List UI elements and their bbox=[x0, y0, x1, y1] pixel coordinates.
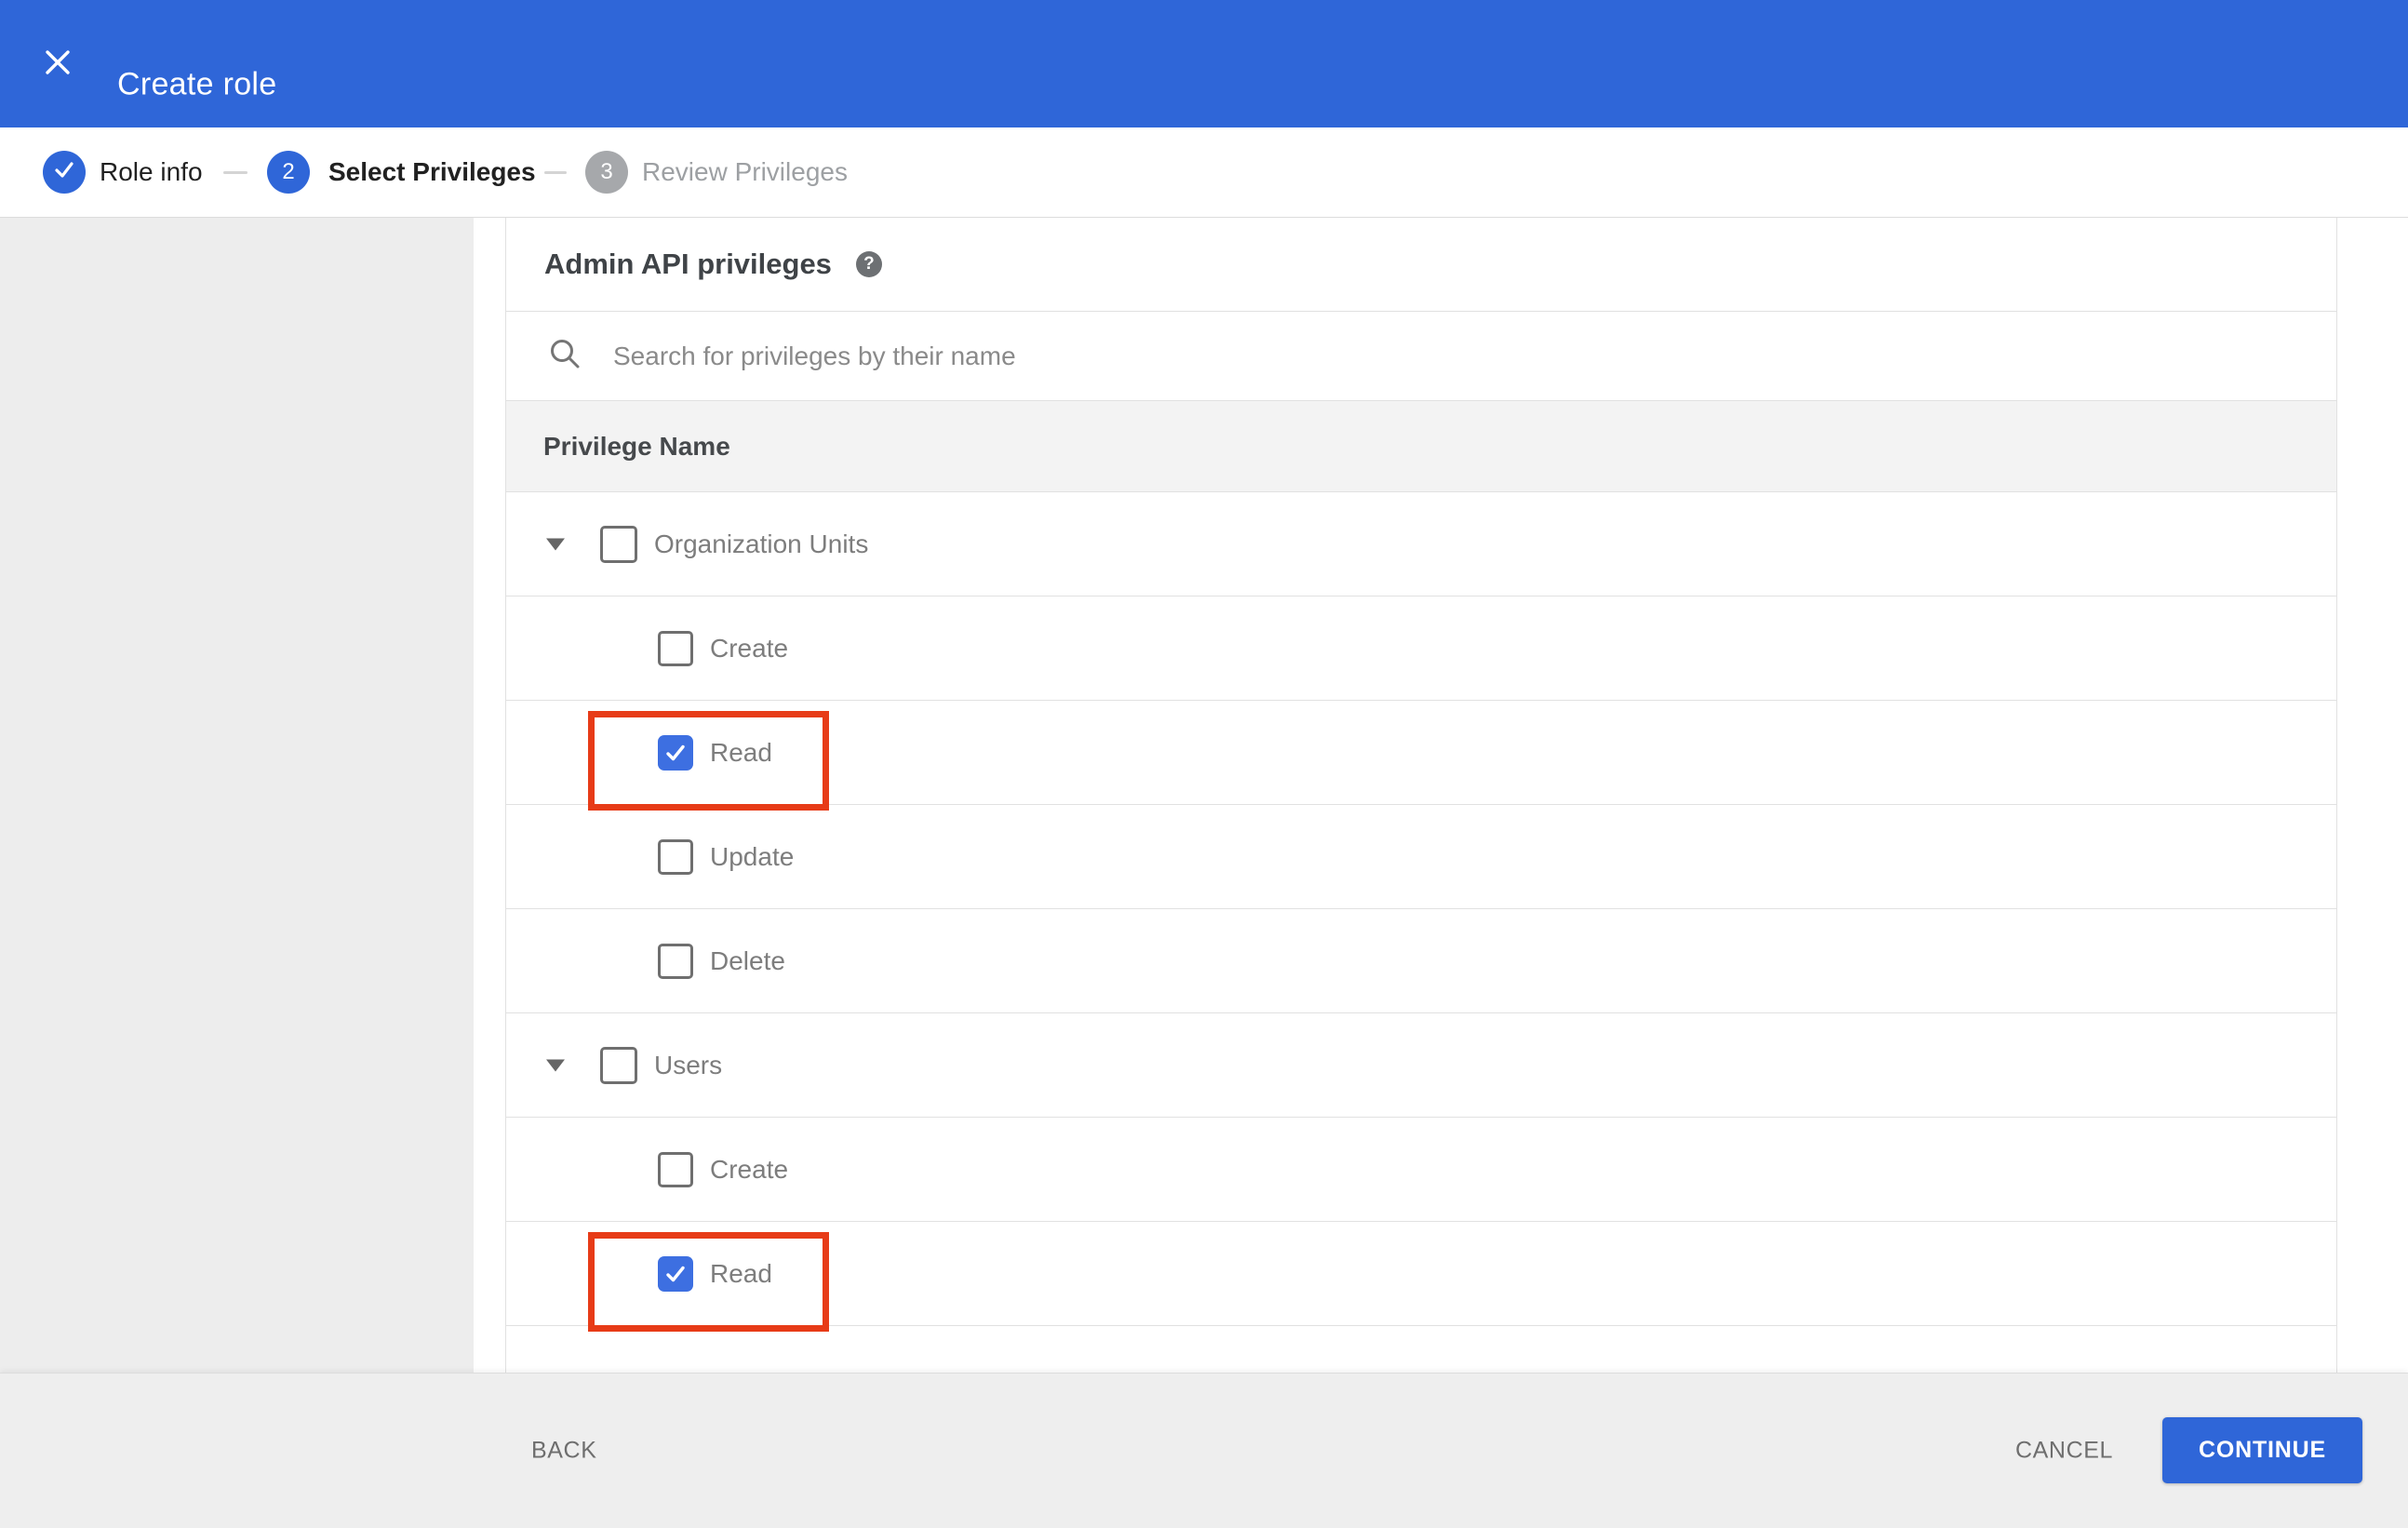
table-row[interactable]: Read bbox=[506, 1222, 2336, 1332]
step-3-indicator: 3 bbox=[585, 151, 628, 194]
annotation-highlight-box bbox=[588, 1232, 829, 1332]
step-1-indicator bbox=[43, 151, 86, 194]
privilege-label: Update bbox=[710, 841, 795, 871]
privileges-panel: Admin API privileges ? Privilege Name Or… bbox=[505, 218, 2337, 1373]
privilege-label: Delete bbox=[710, 945, 785, 975]
privilege-label: Read bbox=[710, 1258, 772, 1288]
cancel-button[interactable]: CANCEL bbox=[2010, 1437, 2119, 1466]
table-row[interactable]: Organization Units bbox=[506, 492, 2336, 596]
footer-bar: BACK CANCEL CONTINUE bbox=[0, 1373, 2408, 1528]
step-connector bbox=[223, 171, 247, 174]
app-bar: Create role bbox=[0, 0, 2408, 127]
privilege-checkbox[interactable] bbox=[600, 1046, 637, 1084]
privilege-checkbox[interactable] bbox=[600, 525, 637, 563]
table-row[interactable]: Users bbox=[506, 1013, 2336, 1118]
table-row[interactable]: Update bbox=[506, 805, 2336, 909]
step-connector bbox=[544, 171, 567, 174]
dialog-title: Create role bbox=[117, 66, 277, 102]
step-2-indicator: 2 bbox=[267, 151, 310, 194]
help-icon[interactable]: ? bbox=[855, 251, 882, 277]
privilege-checkbox[interactable] bbox=[658, 838, 693, 875]
step-2-number: 2 bbox=[282, 159, 295, 184]
privilege-label: Create bbox=[710, 1154, 789, 1184]
annotation-highlight-box bbox=[588, 711, 829, 811]
table-row[interactable]: Create bbox=[506, 596, 2336, 701]
search-icon bbox=[547, 336, 582, 376]
privilege-table-body: Organization Units Create Read Update De… bbox=[506, 492, 2336, 1332]
privilege-checkbox[interactable] bbox=[658, 943, 693, 979]
step-3-number: 3 bbox=[600, 159, 613, 184]
continue-button[interactable]: CONTINUE bbox=[2162, 1417, 2362, 1483]
step-3-label: Review Privileges bbox=[642, 157, 848, 186]
search-input[interactable] bbox=[611, 340, 2007, 372]
table-row[interactable]: Delete bbox=[506, 909, 2336, 1013]
privilege-label: Create bbox=[710, 633, 789, 663]
wizard-stepper: Role info 2 Select Privileges 3 Review P… bbox=[0, 127, 2408, 218]
privilege-checkbox[interactable] bbox=[658, 734, 693, 771]
expand-arrow-icon[interactable] bbox=[546, 1059, 565, 1071]
privilege-checkbox[interactable] bbox=[658, 1151, 693, 1187]
back-button[interactable]: BACK bbox=[526, 1437, 602, 1466]
table-header: Privilege Name bbox=[506, 401, 2336, 492]
privilege-label: Users bbox=[654, 1050, 723, 1079]
table-row[interactable]: Read bbox=[506, 701, 2336, 811]
create-role-dialog: Create role Role info 2 Select Privilege… bbox=[0, 0, 2408, 1528]
close-icon[interactable] bbox=[40, 45, 75, 80]
check-icon bbox=[53, 158, 75, 187]
panel-heading: Admin API privileges bbox=[544, 248, 832, 280]
privilege-label: Read bbox=[710, 737, 772, 767]
privilege-label: Organization Units bbox=[654, 529, 869, 558]
left-rail bbox=[0, 218, 474, 1373]
step-2-label: Select Privileges bbox=[328, 157, 536, 186]
column-header-privilege-name: Privilege Name bbox=[543, 431, 730, 461]
panel-heading-row: Admin API privileges ? bbox=[506, 218, 2336, 312]
privilege-checkbox[interactable] bbox=[658, 1255, 693, 1292]
privilege-search bbox=[506, 312, 2336, 401]
privilege-checkbox[interactable] bbox=[658, 630, 693, 666]
table-row[interactable]: Create bbox=[506, 1118, 2336, 1222]
step-1-label: Role info bbox=[100, 157, 203, 186]
expand-arrow-icon[interactable] bbox=[546, 538, 565, 550]
